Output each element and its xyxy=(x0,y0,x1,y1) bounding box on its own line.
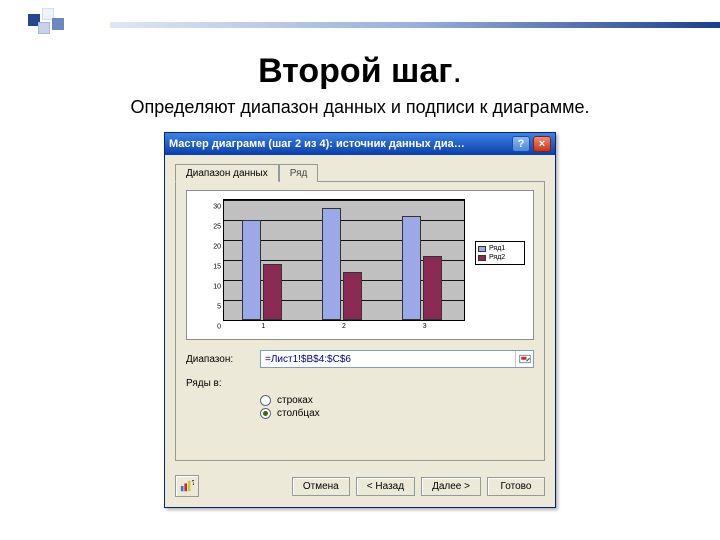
plot-area xyxy=(223,199,465,321)
range-input[interactable]: =Лист1!$B$4:$C$6 xyxy=(260,350,534,368)
close-icon: × xyxy=(539,138,545,150)
tab-panel: 051015202530 123 Ряд1Ряд2 Диапазон: =Лис… xyxy=(175,181,545,461)
tab-data-range[interactable]: Диапазон данных xyxy=(175,164,279,182)
button-bar: ? Отмена < Назад Далее > Готово xyxy=(165,469,555,507)
radio-columns[interactable]: столбцах xyxy=(260,408,534,419)
chart-preview: 051015202530 123 Ряд1Ряд2 xyxy=(186,190,534,340)
help-chart-button[interactable]: ? xyxy=(175,475,199,497)
titlebar-caption: Мастер диаграмм (шаг 2 из 4): источник д… xyxy=(169,138,509,150)
help-chart-icon: ? xyxy=(180,479,194,493)
titlebar[interactable]: Мастер диаграмм (шаг 2 из 4): источник д… xyxy=(165,133,555,155)
radio-label: столбцах xyxy=(277,408,320,419)
x-axis-labels: 123 xyxy=(223,323,465,335)
help-icon: ? xyxy=(518,138,525,150)
next-button[interactable]: Далее > xyxy=(421,477,481,496)
title-dot: . xyxy=(452,52,461,90)
range-picker-button[interactable] xyxy=(515,351,533,367)
rows-in-row: Ряды в: xyxy=(186,378,534,389)
titlebar-help-button[interactable]: ? xyxy=(512,136,530,152)
finish-button[interactable]: Готово xyxy=(487,477,545,496)
collapse-range-icon xyxy=(519,354,531,364)
slide-decoration xyxy=(0,0,720,40)
chart-wizard-dialog: Мастер диаграмм (шаг 2 из 4): источник д… xyxy=(164,132,556,508)
radio-rows[interactable]: строках xyxy=(260,395,534,406)
range-row: Диапазон: =Лист1!$B$4:$C$6 xyxy=(186,350,534,368)
range-value: =Лист1!$B$4:$C$6 xyxy=(261,354,515,365)
title-text: Второй шаг xyxy=(258,52,452,90)
tab-series[interactable]: Ряд xyxy=(279,164,319,182)
radio-icon xyxy=(260,395,271,406)
radio-icon xyxy=(260,408,271,419)
legend: Ряд1Ряд2 xyxy=(475,241,525,265)
tab-label: Диапазон данных xyxy=(186,168,268,179)
titlebar-close-button[interactable]: × xyxy=(533,136,551,152)
radio-label: строках xyxy=(277,395,313,406)
tab-strip: Диапазон данных Ряд xyxy=(165,155,555,181)
y-axis-labels: 051015202530 xyxy=(205,199,221,321)
page-subtitle: Определяют диапазон данных и подписи к д… xyxy=(0,97,720,118)
rows-in-label: Ряды в: xyxy=(186,378,250,389)
page-title: Второй шаг. xyxy=(0,52,720,91)
range-label: Диапазон: xyxy=(186,354,250,365)
series-orientation-group: строках столбцах xyxy=(186,395,534,419)
back-button[interactable]: < Назад xyxy=(356,477,415,496)
button-label: Готово xyxy=(501,481,532,492)
cancel-button[interactable]: Отмена xyxy=(292,477,350,496)
button-label: Далее > xyxy=(432,481,470,492)
button-label: < Назад xyxy=(367,481,404,492)
button-label: Отмена xyxy=(303,481,339,492)
svg-text:?: ? xyxy=(191,480,194,487)
tab-label: Ряд xyxy=(290,168,308,179)
